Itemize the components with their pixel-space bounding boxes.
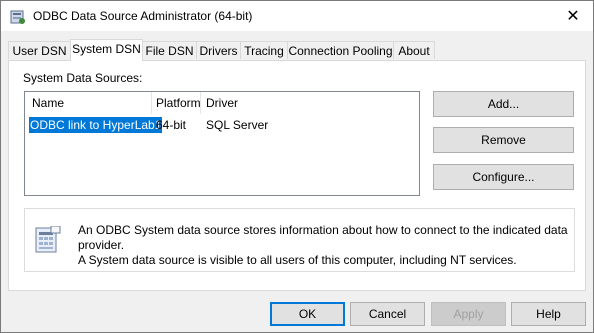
window-title: ODBC Data Source Administrator (64-bit) <box>33 9 253 23</box>
tab-drivers[interactable]: Drivers <box>196 41 241 59</box>
data-source-icon <box>35 226 61 253</box>
info-text-line-1: An ODBC System data source stores inform… <box>78 223 568 252</box>
tab-connection-pooling[interactable]: Connection Pooling <box>287 41 394 59</box>
close-button[interactable]: ✕ <box>553 1 593 31</box>
column-header-name[interactable]: Name <box>32 96 64 110</box>
system-data-sources-label: System Data Sources: <box>23 71 143 85</box>
tab-file-dsn[interactable]: File DSN <box>142 41 197 59</box>
system-dsn-panel: System Data Sources: Name Platform Drive… <box>8 60 586 291</box>
tab-user-dsn[interactable]: User DSN <box>8 41 71 59</box>
dsn-name-cell[interactable]: ODBC link to HyperLab1 <box>29 117 163 133</box>
tab-tracing[interactable]: Tracing <box>240 41 288 59</box>
add-button[interactable]: Add... <box>433 91 574 117</box>
dsn-platform-cell: 64-bit <box>156 118 187 132</box>
apply-button[interactable]: Apply <box>431 302 506 326</box>
tab-about[interactable]: About <box>393 41 435 59</box>
column-divider[interactable] <box>200 92 201 114</box>
column-header-platform[interactable]: Platform <box>156 96 201 110</box>
close-icon: ✕ <box>566 8 580 25</box>
remove-button[interactable]: Remove <box>433 127 574 153</box>
odbc-admin-window: ODBC Data Source Administrator (64-bit) … <box>0 0 594 333</box>
list-header: Name Platform Driver <box>25 92 419 114</box>
configure-button[interactable]: Configure... <box>433 164 574 190</box>
dsn-driver-cell: SQL Server <box>206 118 269 132</box>
tab-system-dsn[interactable]: System DSN <box>70 39 143 61</box>
cancel-button[interactable]: Cancel <box>350 302 425 326</box>
info-box: An ODBC System data source stores inform… <box>24 208 575 272</box>
list-item[interactable]: ODBC link to HyperLab1 64-bit SQL Server <box>25 116 419 134</box>
odbc-app-icon <box>10 10 25 24</box>
info-text-line-2: A System data source is visible to all u… <box>78 253 517 267</box>
ok-button[interactable]: OK <box>270 302 345 326</box>
info-description: An ODBC System data source stores inform… <box>78 223 568 268</box>
system-data-sources-list[interactable]: Name Platform Driver ODBC link to HyperL… <box>24 91 420 196</box>
help-button[interactable]: Help <box>511 302 586 326</box>
column-divider[interactable] <box>151 92 152 114</box>
title-bar: ODBC Data Source Administrator (64-bit) … <box>1 1 593 31</box>
column-header-driver[interactable]: Driver <box>206 96 238 110</box>
